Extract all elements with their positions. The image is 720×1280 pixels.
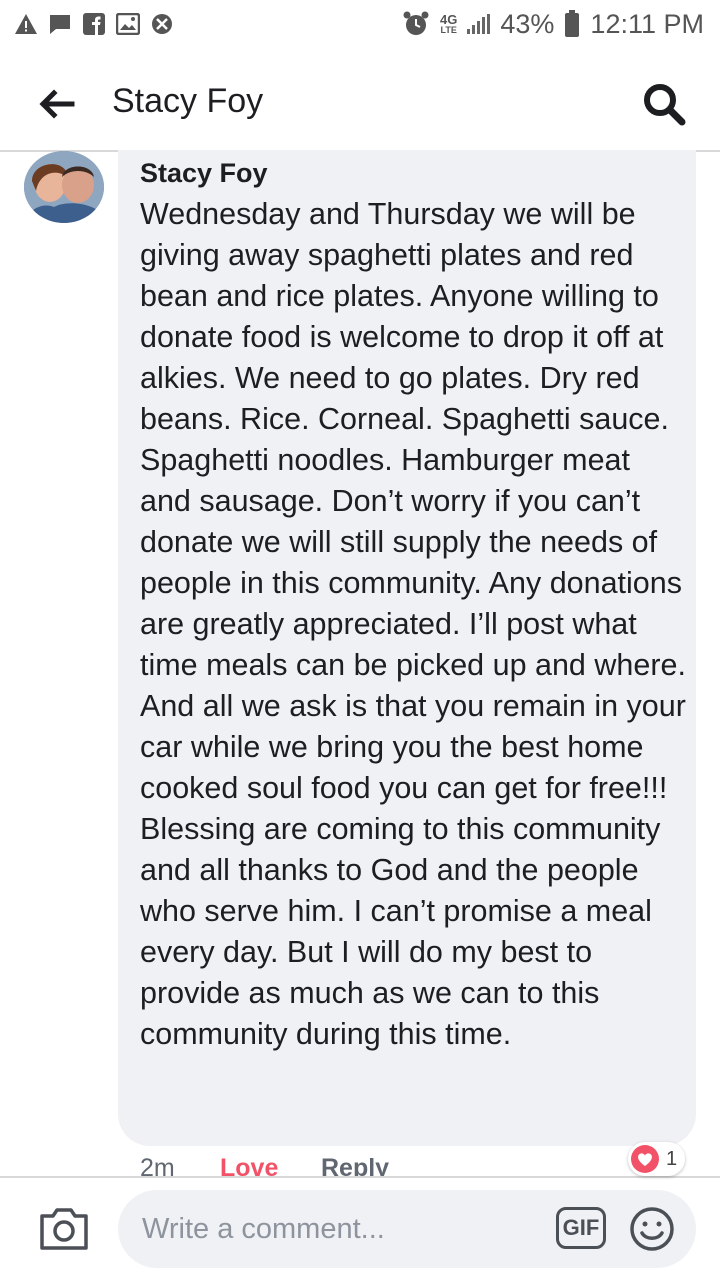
camera-icon[interactable] bbox=[38, 1206, 90, 1252]
signal-icon bbox=[467, 14, 491, 34]
search-icon[interactable] bbox=[640, 80, 688, 128]
battery-percent: 43% bbox=[500, 8, 555, 39]
comment-thread-screen: 4G LTE 43% 12:11 PM Stacy Foy Stacy Foy … bbox=[0, 0, 720, 1280]
reaction-summary[interactable]: 1 bbox=[628, 1142, 686, 1176]
avatar[interactable] bbox=[24, 151, 104, 223]
comment-text: Wednesday and Thursday we will be giving… bbox=[140, 197, 686, 1051]
comment-actions: 2m Love Reply bbox=[0, 1148, 720, 1176]
network-indicator: 4G LTE bbox=[440, 11, 458, 35]
avatar-photo bbox=[24, 151, 104, 223]
comment-author[interactable]: Stacy Foy bbox=[140, 158, 268, 189]
comment-input[interactable] bbox=[142, 1211, 542, 1247]
blocked-icon bbox=[152, 14, 172, 34]
heart-icon bbox=[631, 1145, 659, 1173]
back-arrow-icon[interactable] bbox=[36, 84, 76, 124]
system-status: 4G LTE 43% 12:11 PM bbox=[402, 9, 704, 40]
battery-icon bbox=[565, 10, 580, 37]
reply-button[interactable]: Reply bbox=[321, 1154, 389, 1176]
alert-icon bbox=[15, 14, 37, 34]
page-title: Stacy Foy bbox=[112, 82, 264, 120]
comment-timestamp: 2m bbox=[140, 1154, 175, 1176]
gif-button[interactable]: GIF bbox=[556, 1207, 606, 1249]
reaction-count: 1 bbox=[666, 1147, 678, 1170]
message-icon bbox=[50, 15, 70, 34]
comment-composer: GIF bbox=[118, 1190, 696, 1268]
alarm-icon bbox=[403, 11, 429, 35]
actions-divider bbox=[0, 1176, 720, 1178]
facebook-icon bbox=[83, 13, 105, 35]
image-icon bbox=[116, 13, 140, 35]
notification-icons bbox=[14, 13, 174, 35]
network-subtype: LTE bbox=[440, 24, 457, 35]
network-type: 4G bbox=[440, 11, 458, 27]
emoji-icon[interactable] bbox=[628, 1205, 676, 1253]
app-header: Stacy Foy bbox=[0, 58, 720, 150]
clock: 12:11 PM bbox=[590, 8, 704, 39]
status-bar: 4G LTE 43% 12:11 PM bbox=[0, 0, 720, 48]
love-reaction-button[interactable]: Love bbox=[220, 1154, 278, 1176]
